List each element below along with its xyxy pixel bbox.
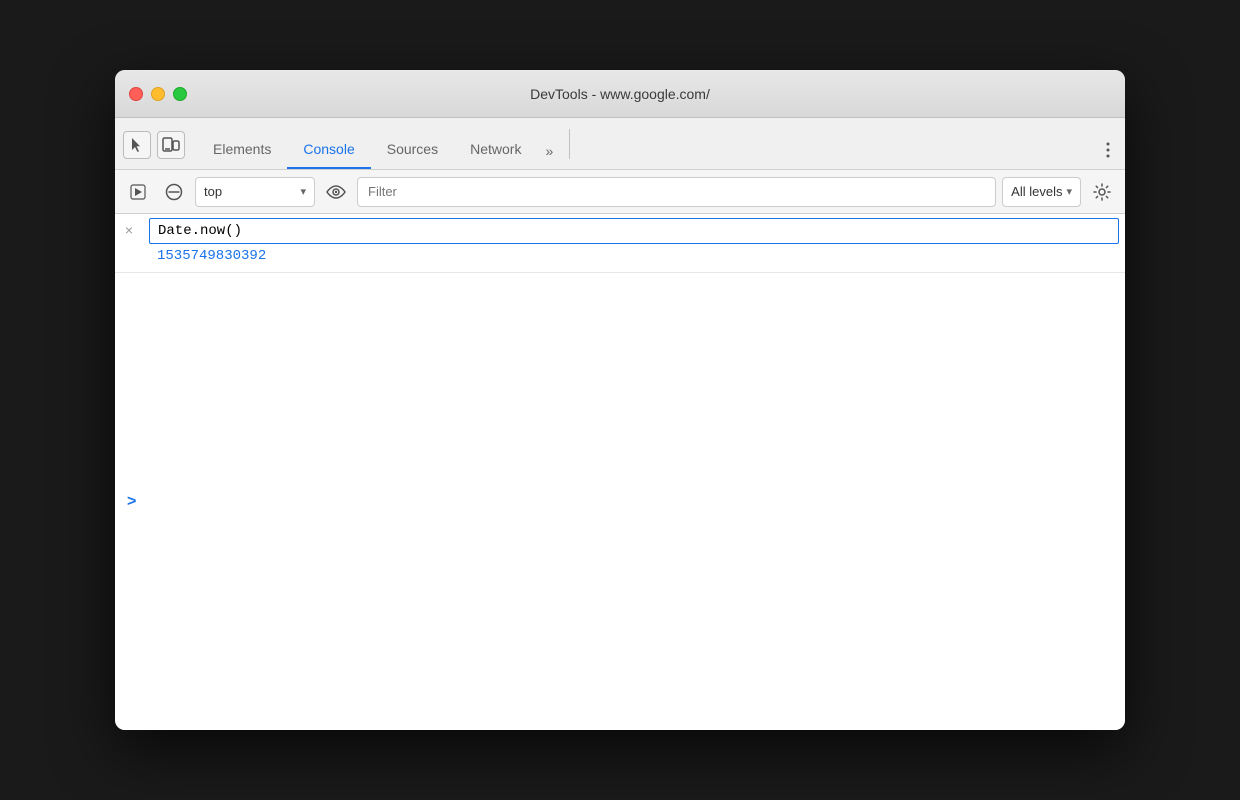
- tabbar: Elements Console Sources Network »: [115, 118, 1125, 170]
- kebab-icon: [1099, 141, 1117, 159]
- tab-separator: [569, 129, 570, 159]
- cursor-icon[interactable]: [123, 131, 151, 159]
- levels-label: All levels: [1011, 184, 1062, 199]
- settings-button[interactable]: [1087, 177, 1117, 207]
- titlebar: DevTools - www.google.com/: [115, 70, 1125, 118]
- kebab-menu-button[interactable]: [1099, 141, 1117, 169]
- maximize-button[interactable]: [173, 87, 187, 101]
- levels-arrow: ▾: [1066, 185, 1072, 198]
- console-result: 1535749830392: [149, 244, 1119, 268]
- console-input[interactable]: [149, 218, 1119, 244]
- cursor-svg: [129, 137, 145, 153]
- tab-console[interactable]: Console: [287, 133, 370, 169]
- filter-input[interactable]: [357, 177, 996, 207]
- traffic-lights: [129, 87, 187, 101]
- devtools-icons: [123, 131, 185, 169]
- context-selector[interactable]: top ▾: [195, 177, 315, 207]
- console-area: × 1535749830392 >: [115, 214, 1125, 730]
- window-title: DevTools - www.google.com/: [530, 86, 710, 102]
- tab-sources[interactable]: Sources: [371, 133, 454, 169]
- clear-icon: [165, 183, 183, 201]
- execute-icon: [130, 184, 146, 200]
- entry-close-button[interactable]: ×: [115, 214, 143, 272]
- context-label: top: [204, 184, 292, 199]
- console-entry: × 1535749830392: [115, 214, 1125, 273]
- device-svg: [162, 136, 180, 154]
- console-toolbar: top ▾ All levels ▾: [115, 170, 1125, 214]
- context-arrow: ▾: [300, 185, 306, 198]
- tab-network[interactable]: Network: [454, 133, 537, 169]
- close-button[interactable]: [129, 87, 143, 101]
- watch-button[interactable]: [321, 177, 351, 207]
- execute-button[interactable]: [123, 177, 153, 207]
- device-mode-icon[interactable]: [157, 131, 185, 159]
- console-input-row: 1535749830392: [143, 214, 1125, 272]
- devtools-window: DevTools - www.google.com/ Elements Cons…: [115, 70, 1125, 730]
- clear-button[interactable]: [159, 177, 189, 207]
- minimize-button[interactable]: [151, 87, 165, 101]
- tab-more[interactable]: »: [537, 135, 561, 169]
- levels-selector[interactable]: All levels ▾: [1002, 177, 1081, 207]
- tab-elements[interactable]: Elements: [197, 133, 287, 169]
- console-prompt-row: >: [115, 273, 1125, 730]
- eye-icon: [326, 185, 346, 199]
- gear-icon: [1093, 183, 1111, 201]
- prompt-chevron: >: [127, 493, 136, 511]
